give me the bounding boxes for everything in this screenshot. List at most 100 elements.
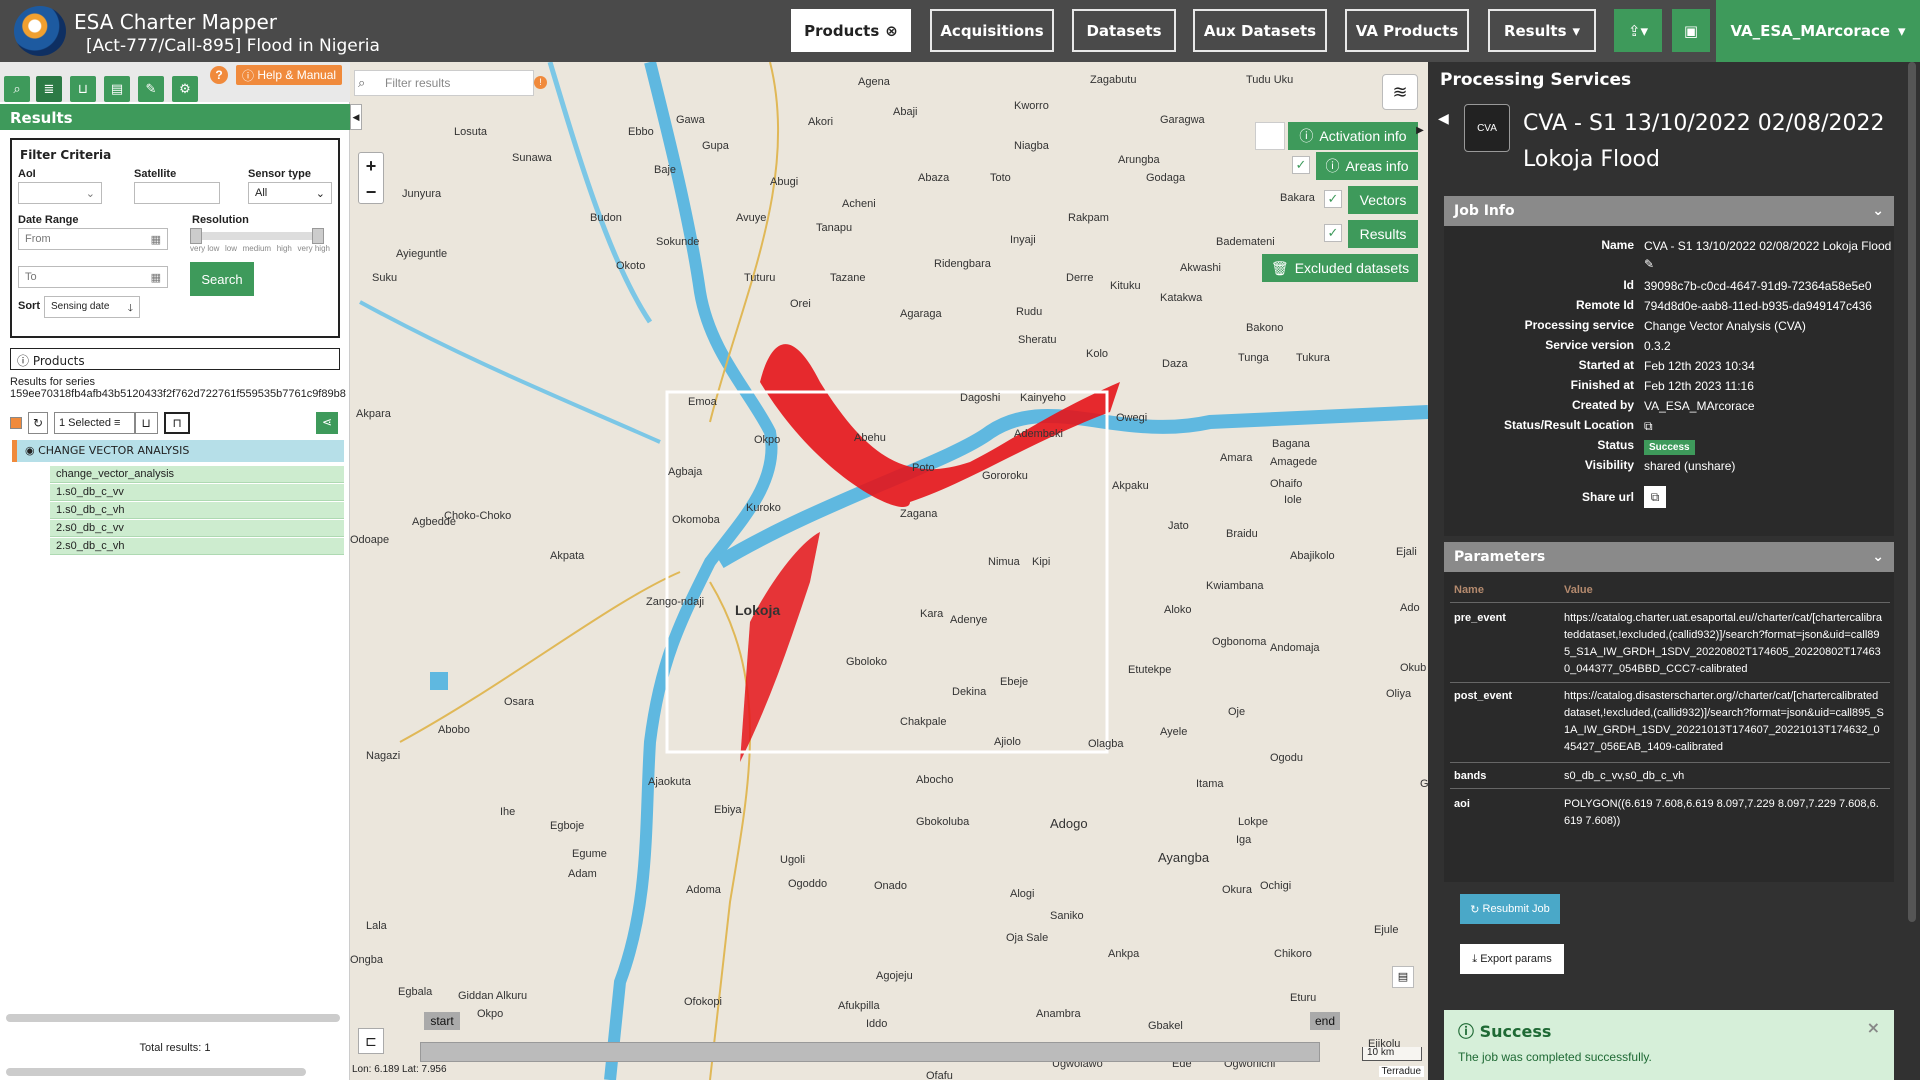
map-attribution[interactable]: Terradue bbox=[1378, 1066, 1424, 1077]
basket-remove-icon[interactable]: ⊓ bbox=[164, 412, 190, 434]
job-value: Change Vector Analysis (CVA) bbox=[1644, 319, 1806, 333]
user-menu[interactable]: VA_ESA_MArcorace ▾ bbox=[1716, 0, 1920, 62]
aoi-rectangle[interactable] bbox=[665, 390, 1109, 754]
list-item[interactable]: 1.s0_db_c_vv bbox=[50, 484, 344, 501]
nav-aux-datasets[interactable]: Aux Datasets bbox=[1193, 9, 1327, 52]
question-icon[interactable]: ? bbox=[210, 66, 228, 84]
close-circle-icon[interactable]: ⊗ bbox=[885, 22, 898, 40]
place-label: Chikoro bbox=[1274, 948, 1312, 960]
activation-info-button[interactable]: ⓘ Activation info bbox=[1288, 122, 1418, 150]
zoom-in-button[interactable]: + bbox=[359, 153, 383, 179]
briefcase-button[interactable]: ▣ bbox=[1672, 9, 1710, 52]
nav-results[interactable]: Results ▾ bbox=[1488, 9, 1596, 52]
vectors-checkbox[interactable]: ✓ bbox=[1324, 190, 1342, 208]
timeline-slider[interactable] bbox=[420, 1042, 1320, 1062]
sensor-select[interactable]: All ⌄ bbox=[248, 182, 332, 204]
help-manual-button[interactable]: ⓘ Help & Manual bbox=[236, 65, 343, 85]
close-icon[interactable]: × bbox=[1867, 1018, 1880, 1037]
back-arrow-icon[interactable]: ◀ bbox=[1438, 110, 1449, 127]
to-date-input[interactable]: To ▦ bbox=[18, 266, 168, 288]
layers-icon[interactable]: ≋ bbox=[1382, 74, 1418, 110]
areas-checkbox[interactable]: ✓ bbox=[1292, 156, 1310, 174]
activation-checkbox[interactable] bbox=[1255, 122, 1285, 150]
nav-products[interactable]: Products ⊗ bbox=[791, 9, 911, 52]
parameters-header[interactable]: Parameters ⌄ bbox=[1444, 542, 1894, 572]
visibility-value[interactable]: shared (unshare) bbox=[1644, 457, 1894, 475]
nav-acquisitions[interactable]: Acquisitions bbox=[930, 9, 1054, 52]
external-link-icon[interactable]: ⧉ bbox=[1644, 417, 1894, 435]
pencil-icon[interactable]: ✎ bbox=[138, 76, 164, 102]
place-label: Tunga bbox=[1238, 352, 1269, 364]
collapse-left-icon[interactable]: ◀ bbox=[350, 104, 362, 130]
search-icon: ⌕ bbox=[358, 75, 366, 90]
place-label: Kipi bbox=[1032, 556, 1051, 568]
map-canvas[interactable] bbox=[350, 62, 1428, 1080]
place-label: Junyura bbox=[402, 188, 442, 200]
search-button[interactable]: Search bbox=[190, 262, 254, 296]
gear-icon[interactable]: ⚙ bbox=[172, 76, 198, 102]
results-checkbox[interactable]: ✓ bbox=[1324, 224, 1342, 242]
resolution-ticks: very low low medium high very high bbox=[190, 244, 330, 253]
bottom-scrollbar[interactable] bbox=[6, 1068, 306, 1076]
cva-group-row[interactable]: ◉ CHANGE VECTOR ANALYSIS bbox=[12, 440, 344, 462]
calendar-icon[interactable]: ▦ bbox=[151, 271, 161, 284]
from-date-input[interactable]: From ▦ bbox=[18, 228, 168, 250]
param-value: s0_db_c_vv,s0_db_c_vh bbox=[1564, 770, 1685, 782]
satellite-label: Satellite bbox=[134, 168, 177, 180]
place-label: Ogoddo bbox=[788, 878, 828, 890]
refresh-icon[interactable]: ↻ bbox=[28, 412, 48, 434]
place-label: Odoape bbox=[350, 534, 390, 546]
list-item[interactable]: 2.s0_db_c_vv bbox=[50, 520, 344, 537]
vertical-scrollbar[interactable] bbox=[1908, 62, 1916, 922]
legend-icon[interactable]: ▤ bbox=[1392, 966, 1414, 988]
filter-results-input[interactable]: Filter results bbox=[354, 70, 534, 96]
map-view[interactable]: Agena Abaji Kworro Zagabutu Tudu Uku Gaw… bbox=[350, 62, 1428, 1080]
place-label: Abobo bbox=[438, 724, 470, 736]
chevron-down-icon[interactable]: ⌄ bbox=[1872, 549, 1884, 565]
place-label: Agojeju bbox=[876, 970, 913, 982]
info-icon[interactable]: ! bbox=[534, 76, 547, 89]
resubmit-job-button[interactable]: ↻ Resubmit Job bbox=[1460, 894, 1560, 924]
selected-dropdown[interactable]: 1 Selected ≡ bbox=[54, 412, 136, 434]
archive-icon[interactable]: ▤ bbox=[104, 76, 130, 102]
areas-info-button[interactable]: ⓘ Areas info bbox=[1316, 152, 1418, 180]
chevron-down-icon[interactable]: ⌄ bbox=[1872, 203, 1884, 219]
timeline-toggle-icon[interactable]: ⊏ bbox=[358, 1028, 384, 1054]
place-label: Kara bbox=[920, 608, 944, 620]
search-icon[interactable]: ⌕ bbox=[4, 76, 30, 102]
aoi-select[interactable]: ⌄ bbox=[18, 182, 102, 204]
place-label: Anambra bbox=[1036, 1008, 1081, 1020]
place-label: Jato bbox=[1168, 520, 1189, 532]
export-params-button[interactable]: ⤓ Export params bbox=[1460, 944, 1564, 974]
basket-icon[interactable]: ⊔ bbox=[70, 76, 96, 102]
slider-handle-low[interactable] bbox=[190, 228, 202, 244]
excluded-datasets-button[interactable]: 🗑 Excluded datasets bbox=[1262, 254, 1418, 282]
nav-va-products[interactable]: VA Products bbox=[1345, 9, 1469, 52]
resolution-slider[interactable] bbox=[190, 228, 324, 244]
pencil-icon[interactable]: ✎ bbox=[1644, 257, 1654, 271]
list-item[interactable]: 2.s0_db_c_vh bbox=[50, 538, 344, 555]
satellite-input[interactable] bbox=[134, 182, 220, 204]
select-all-checkbox[interactable] bbox=[10, 417, 22, 429]
series-info: Results for series 159ee70318fb4afb43b512… bbox=[10, 376, 346, 400]
list-item[interactable]: 1.s0_db_c_vh bbox=[50, 502, 344, 519]
basket-add-icon[interactable]: ⊔ bbox=[134, 412, 158, 434]
zoom-out-button[interactable]: − bbox=[359, 179, 383, 205]
results-button[interactable]: Results bbox=[1348, 220, 1418, 248]
nav-datasets[interactable]: Datasets bbox=[1072, 9, 1176, 52]
list-icon[interactable]: ≣ bbox=[36, 76, 62, 102]
calendar-icon[interactable]: ▦ bbox=[151, 233, 161, 246]
collapse-right-icon[interactable]: ▶ bbox=[1414, 118, 1426, 144]
slider-handle-high[interactable] bbox=[312, 228, 324, 244]
share-icon[interactable]: ⋖ bbox=[316, 412, 338, 434]
sort-select[interactable]: Sensing date 🡓 bbox=[44, 296, 140, 318]
job-info-header[interactable]: Job Info ⌄ bbox=[1444, 196, 1894, 226]
list-item[interactable]: change_vector_analysis bbox=[50, 466, 344, 483]
horizontal-scrollbar[interactable] bbox=[6, 1014, 340, 1022]
place-label: Tanapu bbox=[816, 222, 853, 234]
vectors-button[interactable]: Vectors bbox=[1348, 186, 1418, 214]
arrow-down-icon[interactable]: 🡓 bbox=[128, 301, 133, 318]
copy-url-button[interactable]: ⧉ bbox=[1644, 486, 1894, 508]
upload-button[interactable]: ⇪▾ bbox=[1614, 9, 1662, 52]
road-a2 bbox=[399, 571, 681, 743]
